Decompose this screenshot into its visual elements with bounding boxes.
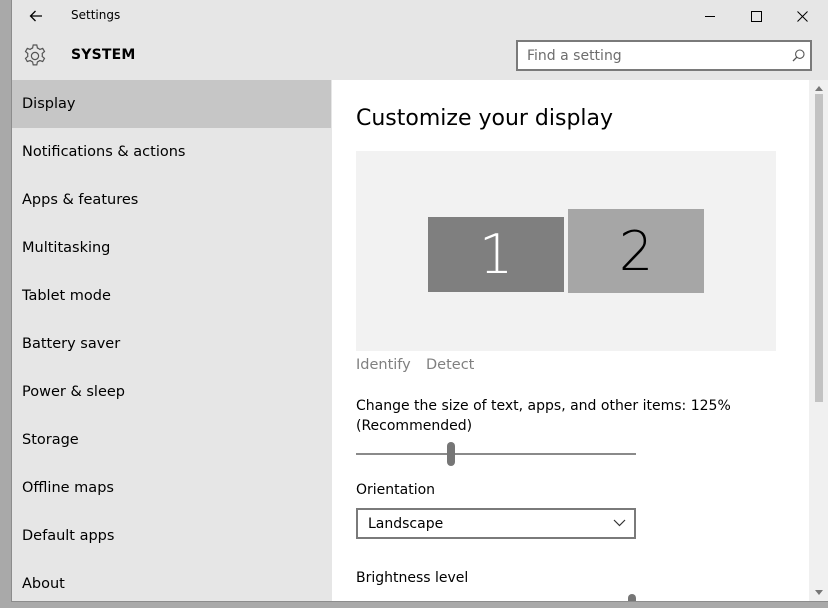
content-scrollbar[interactable] [809,80,828,601]
settings-window: Settings SYSTEM Find a setting Display N… [11,0,828,602]
scroll-up-button[interactable] [813,82,825,94]
minimize-icon [705,16,715,17]
brightness-label: Brightness level [356,570,469,586]
window-title: Settings [71,8,121,22]
brightness-slider-thumb[interactable] [628,594,636,601]
sidebar-nav: Display Notifications & actions Apps & f… [12,80,331,601]
scale-slider-thumb[interactable] [447,442,455,466]
search-input[interactable] [518,42,786,69]
sidebar-item-tablet-mode[interactable]: Tablet mode [12,272,331,320]
sidebar-item-about[interactable]: About [12,560,331,601]
scale-label-recommended: (Recommended) [356,418,473,434]
sidebar-item-default-apps[interactable]: Default apps [12,512,331,560]
back-arrow-icon [29,10,42,22]
detect-link[interactable]: Detect [426,357,474,373]
orientation-dropdown[interactable]: Landscape [356,508,636,539]
orientation-label: Orientation [356,482,436,498]
monitor-2[interactable]: 2 [568,209,704,293]
monitor-arrangement: 1 2 [356,151,776,351]
maximize-icon [750,10,762,22]
sidebar-item-notifications[interactable]: Notifications & actions [12,128,331,176]
orientation-value: Landscape [368,515,444,532]
scroll-up-icon [815,85,823,91]
identify-link[interactable]: Identify [356,357,411,373]
sidebar-item-apps-features[interactable]: Apps & features [12,176,331,224]
sidebar-item-multitasking[interactable]: Multitasking [12,224,331,272]
close-icon [796,10,808,22]
scroll-down-icon [815,589,823,595]
sidebar-item-power-sleep[interactable]: Power & sleep [12,368,331,416]
scroll-down-button[interactable] [813,586,825,598]
scrollbar-thumb[interactable] [815,94,823,402]
maximize-button[interactable] [733,0,779,32]
back-button[interactable] [24,4,48,28]
search-icon [792,49,805,62]
search-button[interactable] [786,49,810,62]
section-title: SYSTEM [71,47,136,63]
page-title: Customize your display [356,106,614,131]
sidebar-item-display[interactable]: Display [12,80,331,128]
scale-label: Change the size of text, apps, and other… [356,398,731,414]
monitor-1[interactable]: 1 [428,217,564,292]
sidebar-item-battery-saver[interactable]: Battery saver [12,320,331,368]
search-box[interactable] [516,40,812,71]
minimize-button[interactable] [687,0,733,32]
scale-slider-track[interactable] [356,453,636,455]
gear-icon [24,44,46,66]
content-pane: Customize your display 1 2 Identify Dete… [332,80,809,601]
sidebar-item-offline-maps[interactable]: Offline maps [12,464,331,512]
sidebar-item-storage[interactable]: Storage [12,416,331,464]
title-bar: Settings [12,0,828,32]
close-button[interactable] [779,0,825,32]
chevron-down-icon [613,519,626,527]
